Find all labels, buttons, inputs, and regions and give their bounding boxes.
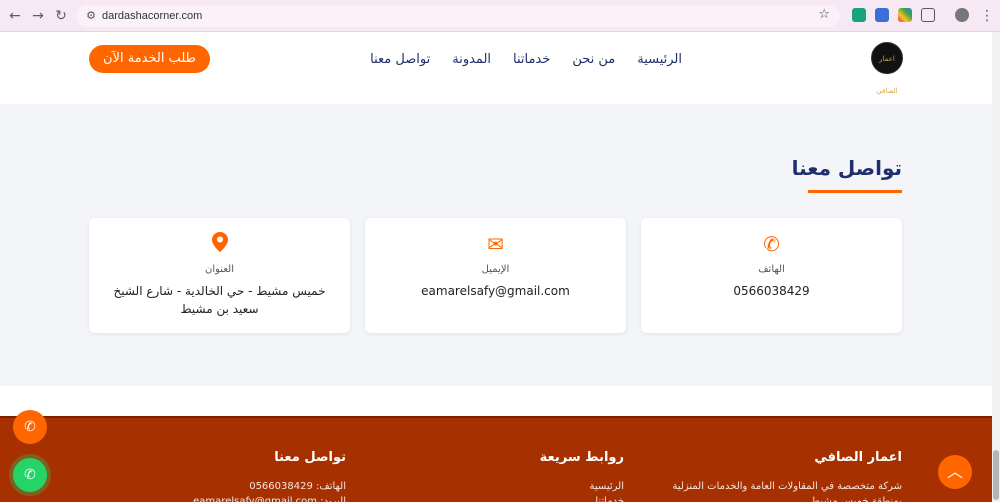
- site-footer: اعمار الصافي شركة متخصصة في المقاولات ال…: [0, 416, 992, 502]
- card-label: الهاتف: [758, 264, 785, 275]
- browser-toolbar: ← → ↻ ⚙ dardashacorner.com ☆ ⋮: [0, 0, 1000, 32]
- site-logo[interactable]: اعمار الصافي: [871, 42, 903, 95]
- extensions-puzzle-icon[interactable]: [921, 8, 935, 22]
- site-header: اعمار الصافي الرئيسية من نحن خدماتنا الم…: [0, 32, 992, 104]
- section-title: تواصل معنا: [791, 156, 902, 180]
- floating-whatsapp-button[interactable]: ✆: [13, 458, 47, 492]
- nav-item-blog[interactable]: المدونة: [452, 50, 491, 70]
- whatsapp-icon: ✆: [24, 467, 36, 483]
- card-value[interactable]: 0566038429: [653, 282, 890, 300]
- map-pin-icon: [89, 232, 350, 256]
- page: اعمار الصافي الرئيسية من نحن خدماتنا الم…: [0, 32, 992, 502]
- footer-about-text: شركة متخصصة في المقاولات العامة والخدمات…: [672, 481, 902, 502]
- envelope-icon: ✉: [487, 232, 504, 256]
- back-icon[interactable]: ←: [6, 7, 24, 25]
- nav-item-home[interactable]: الرئيسية: [637, 50, 682, 70]
- bookmark-star-icon[interactable]: ☆: [818, 7, 830, 22]
- request-service-button[interactable]: طلب الخدمة الآن: [89, 45, 210, 73]
- title-underline: [808, 190, 902, 193]
- footer-phone[interactable]: الهاتف: 0566038429: [186, 479, 346, 494]
- back-to-top-button[interactable]: ︿: [938, 455, 972, 489]
- contact-card-phone: ✆ الهاتف 0566038429: [641, 218, 902, 333]
- footer-about-title: اعمار الصافي: [814, 450, 902, 465]
- footer-about: اعمار الصافي شركة متخصصة في المقاولات ال…: [662, 450, 902, 502]
- extension-icon[interactable]: [852, 8, 866, 22]
- floating-call-button[interactable]: ✆: [13, 410, 47, 444]
- phone-icon: ✆: [763, 232, 780, 256]
- extension-icon[interactable]: [898, 8, 912, 22]
- nav-item-services[interactable]: خدماتنا: [513, 50, 550, 70]
- profile-avatar[interactable]: [955, 8, 969, 22]
- site-info-icon[interactable]: ⚙: [84, 9, 98, 23]
- footer-links: روابط سريعة الرئيسية خدماتنا: [514, 450, 624, 502]
- url-text[interactable]: dardashacorner.com: [102, 8, 202, 24]
- card-value[interactable]: eamarelsafy@gmail.com: [377, 282, 614, 300]
- address-bar[interactable]: ⚙ dardashacorner.com ☆: [76, 5, 840, 27]
- footer-contact-title: تواصل معنا: [274, 450, 346, 465]
- extension-icon[interactable]: [875, 8, 889, 22]
- scrollbar[interactable]: [992, 32, 1000, 502]
- chevron-up-icon: ︿: [946, 462, 963, 481]
- more-menu-icon[interactable]: ⋮: [978, 7, 996, 25]
- footer-link-home[interactable]: الرئيسية: [514, 479, 624, 494]
- nav-item-about[interactable]: من نحن: [572, 50, 615, 70]
- reload-icon[interactable]: ↻: [52, 7, 70, 25]
- card-label: الإيميل: [481, 264, 510, 275]
- footer-link-services[interactable]: خدماتنا: [514, 494, 624, 502]
- footer-links-title: روابط سريعة: [539, 450, 624, 465]
- card-value: خميس مشيط - حي الخالدية - شارع الشيخ سعي…: [113, 284, 326, 316]
- scrollbar-thumb[interactable]: [993, 450, 999, 500]
- footer-email[interactable]: البريد: eamarelsafy@gmail.com: [186, 494, 346, 502]
- card-label: العنوان: [205, 264, 234, 275]
- contact-card-email: ✉ الإيميل eamarelsafy@gmail.com: [365, 218, 626, 333]
- contact-section: تواصل معنا ✆ الهاتف 0566038429 ✉ الإيميل…: [0, 104, 992, 386]
- main-nav: الرئيسية من نحن خدماتنا المدونة تواصل مع…: [370, 50, 682, 70]
- phone-icon: ✆: [24, 419, 36, 435]
- footer-contact: تواصل معنا الهاتف: 0566038429 البريد: ea…: [186, 450, 346, 502]
- forward-icon[interactable]: →: [29, 7, 47, 25]
- contact-card-address: العنوان خميس مشيط - حي الخالدية - شارع ا…: [89, 218, 350, 333]
- nav-item-contact[interactable]: تواصل معنا: [370, 50, 430, 70]
- logo-text: اعمار الصافي: [876, 55, 898, 95]
